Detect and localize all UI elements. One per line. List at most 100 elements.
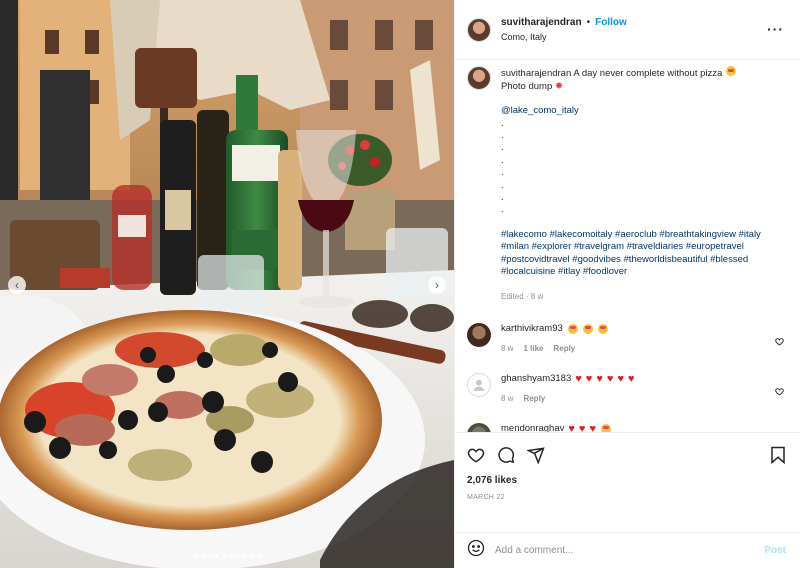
heart-eyes-emoji-icon [597,323,608,334]
caption-text: A day never complete without pizza [573,68,723,79]
comment-time: 8 w [501,344,514,354]
comment-username[interactable]: karthivikram93 [501,323,563,334]
carousel-next-button[interactable]: › [428,276,446,294]
post-header: suvitharajendran • Follow Como, Italy ··… [455,0,800,60]
caption-dot-line: . [501,129,504,141]
heart-icon [775,388,784,396]
grinning-face-emoji-icon [725,66,736,76]
save-button[interactable] [770,446,786,464]
post-date: MARCH 22 [467,494,505,501]
bookmark-icon [771,446,785,464]
caption-dot-line: . [501,167,504,179]
header-text: suvitharajendran • Follow Como, Italy [501,17,627,42]
comment-username[interactable]: ghanshyam3183 [501,373,571,384]
red-heart-emoji-icon: ♥ [585,372,593,385]
carousel-dot [228,554,233,558]
comment-like-button[interactable] [775,333,784,351]
carousel-prev-button[interactable]: ‹ [8,276,26,294]
comment-like-count[interactable]: 1 like [523,344,543,353]
like-button[interactable] [467,446,485,464]
separator-dot: • [586,17,591,28]
caption-dot-line: . [501,154,504,166]
comment-body: karthivikram93 8 w 1 like Reply [501,323,608,353]
avatar[interactable] [467,66,491,90]
red-heart-emoji-icon: ♥ [617,372,624,385]
default-avatar-icon [473,380,485,392]
edited-label: Edited [501,291,524,301]
add-comment-bar: Post [455,532,800,568]
mention-link[interactable]: @lake_como_italy [501,105,579,116]
carousel-dot [235,554,240,558]
location-link[interactable]: Como, Italy [501,32,627,42]
comment-icon [498,447,515,464]
like-count[interactable]: 2,076 likes [467,475,786,486]
caption-meta: Edited · 8 w [501,291,544,301]
caption: suvitharajendran A day never complete wi… [467,66,786,303]
hashtags[interactable]: #lakecomo #lakecomoitaly #aeroclub #brea… [501,229,771,279]
red-heart-emoji-icon: ♥ [606,372,614,385]
red-heart-emoji-icon: ♥ [578,422,586,432]
comments-section[interactable]: suvitharajendran A day never complete wi… [455,60,800,432]
caption-username[interactable]: suvitharajendran [501,68,571,79]
caption-body: suvitharajendran A day never complete wi… [501,66,771,303]
carousel-dot [249,554,254,558]
comment-body: ghanshyam3183 ♥ ♥ ♥ ♥ ♥ ♥ 8 w Reply [501,373,634,403]
caption-time: 8 w [530,291,544,301]
comment-time: 8 w [501,394,514,404]
comment-input[interactable] [495,545,765,556]
caption-dot-lines: ........ [501,118,771,217]
send-icon [527,447,545,464]
heart-eyes-emoji-icon [600,423,611,432]
chevron-right-icon: › [435,278,439,292]
action-bar: 2,076 likes MARCH 22 [455,432,800,532]
caption-dot-line: . [501,179,504,191]
reply-button[interactable]: Reply [523,394,545,403]
caption-dot-line: . [501,142,504,154]
carousel-dot [214,554,219,558]
comment-button[interactable] [497,446,515,464]
carousel-dot [256,554,261,558]
pizza-photo-illustration [0,0,454,568]
comment-item: ghanshyam3183 ♥ ♥ ♥ ♥ ♥ ♥ 8 w Reply [467,373,786,403]
comment-username[interactable]: mendonraghav [501,423,564,432]
follow-button[interactable]: Follow [595,17,627,28]
comment-list: karthivikram93 8 w 1 like Reply ghanshyam318… [467,323,786,432]
caption-dot-line: . [501,191,504,203]
red-heart-emoji-icon: ♥ [568,422,575,432]
carousel-dot [200,554,205,558]
heart-icon [467,448,485,463]
reply-button[interactable]: Reply [553,344,575,353]
comment-like-button[interactable] [775,383,784,401]
post-photo[interactable]: ‹ › [0,0,454,568]
avatar[interactable] [467,17,491,42]
carousel-dot [207,554,212,558]
carousel-indicator [0,554,454,558]
red-heart-emoji-icon: ♥ [627,372,635,385]
post-details-panel: suvitharajendran • Follow Como, Italy ··… [454,0,800,568]
red-heart-emoji-icon: ♥ [589,422,596,432]
comment-item: karthivikram93 8 w 1 like Reply [467,323,786,353]
emoji-picker-button[interactable] [467,539,485,562]
post-comment-button[interactable]: Post [764,545,786,556]
collision-emoji-icon: ✸ [554,80,564,92]
share-button[interactable] [527,446,545,464]
more-horizontal-icon: ··· [767,21,784,37]
carousel-dot [193,554,198,558]
post-author-username[interactable]: suvitharajendran [501,17,582,28]
avatar[interactable] [467,373,491,398]
heart-icon [775,338,784,346]
red-heart-emoji-icon: ♥ [575,372,582,385]
chevron-left-icon: ‹ [15,278,19,292]
carousel-dot [242,554,247,558]
heart-eyes-emoji-icon [582,323,593,334]
post-modal: ‹ › suvitharajendran • Follow Como, Ital… [0,0,800,568]
caption-dot-line: . [501,204,504,216]
header-line: suvitharajendran • Follow [501,17,627,28]
comment-meta: 8 w 1 like Reply [501,344,608,353]
avatar[interactable] [467,323,491,348]
action-icons-row [467,441,786,469]
caption-dot-line: . [501,117,504,129]
more-options-button[interactable]: ··· [767,22,784,36]
avatar[interactable] [467,423,491,432]
carousel-dot [221,554,226,558]
